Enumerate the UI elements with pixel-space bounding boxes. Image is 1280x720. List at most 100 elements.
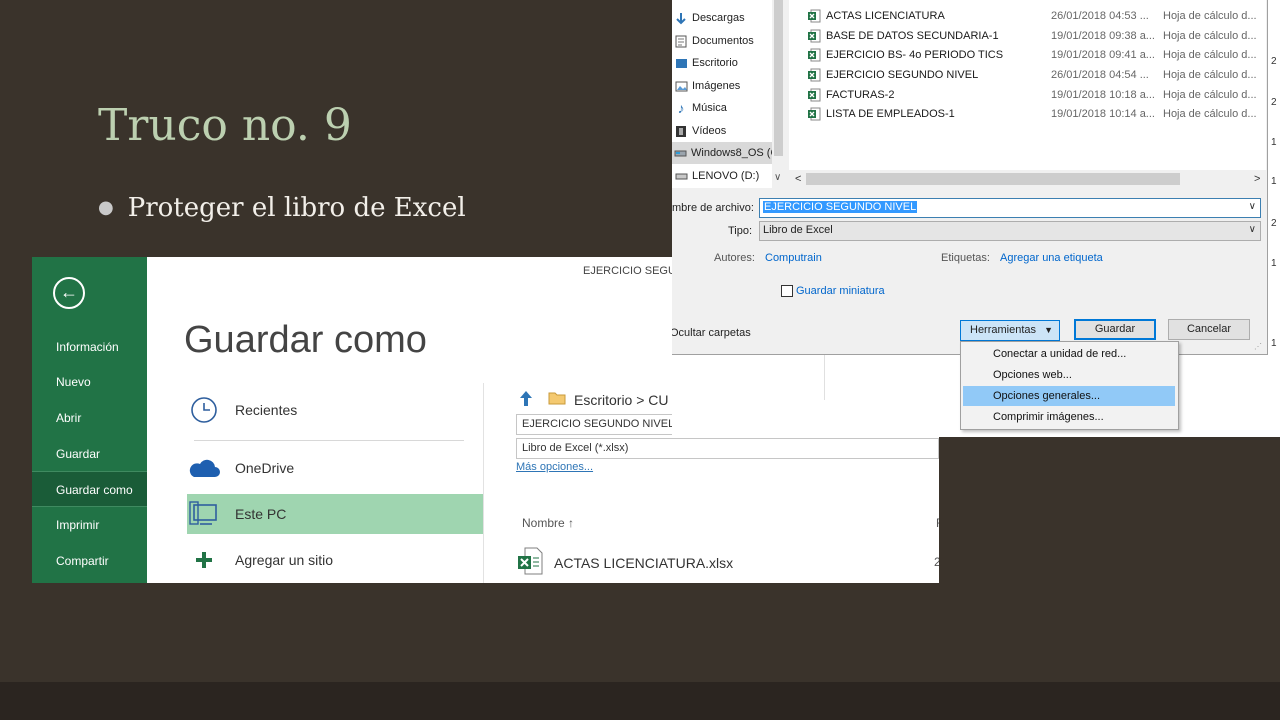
- filename-label: mbre de archivo:: [672, 202, 754, 214]
- scrollbar-thumb[interactable]: [774, 0, 783, 156]
- up-arrow-icon[interactable]: [518, 389, 534, 410]
- nav-descargas[interactable]: Descargas: [672, 7, 772, 29]
- chevron-down-icon[interactable]: ∨: [774, 172, 781, 183]
- edge-fragment: 2: [1271, 97, 1277, 108]
- filename-input[interactable]: EJERCICIO SEGUNDO NIVEL: [516, 414, 676, 435]
- nav-videos[interactable]: Vídeos: [672, 120, 772, 142]
- nav-windows8-os[interactable]: Windows8_OS (C: [672, 142, 772, 164]
- chevron-left-icon[interactable]: <: [795, 173, 801, 185]
- resize-grip-icon[interactable]: ⋰: [1254, 342, 1262, 351]
- filetype-select[interactable]: Libro de Excel ∨: [759, 221, 1261, 241]
- nav-compartir[interactable]: Compartir: [32, 543, 147, 579]
- divider: [483, 383, 484, 583]
- film-icon: [674, 125, 688, 138]
- page-heading: Guardar como: [184, 319, 427, 361]
- caret-down-icon: ▼: [1044, 325, 1053, 335]
- location-label: Este PC: [235, 506, 287, 522]
- menu-item-map-network-drive[interactable]: Conectar a unidad de red...: [963, 344, 1175, 364]
- menu-item-compress-pictures[interactable]: Comprimir imágenes...: [963, 407, 1175, 427]
- file-type: Hoja de cálculo d...: [1163, 49, 1257, 61]
- documents-icon: [674, 35, 688, 48]
- cancel-button[interactable]: Cancelar: [1168, 319, 1250, 340]
- nav-guardar[interactable]: Guardar: [32, 436, 147, 472]
- nav-documentos[interactable]: Documentos: [672, 30, 772, 52]
- file-name: EJERCICIO BS- 4o PERIODO TICS: [826, 49, 1004, 61]
- add-tag-link[interactable]: Agregar una etiqueta: [1000, 252, 1103, 264]
- filetype-value: Libro de Excel: [763, 224, 833, 236]
- authors-value[interactable]: Computrain: [765, 252, 822, 264]
- hide-folders-label: Ocultar carpetas: [672, 327, 751, 339]
- breadcrumb[interactable]: Escritorio > CU: [518, 389, 669, 410]
- nav-lenovo-d[interactable]: LENOVO (D:): [672, 165, 772, 187]
- sort-up-icon: ↑: [568, 516, 575, 530]
- nav-label: Windows8_OS (C: [691, 147, 772, 159]
- nav-musica[interactable]: ♪ Música: [672, 97, 772, 119]
- file-row[interactable]: EJERCICIO SEGUNDO NIVEL 26/01/2018 04:54…: [789, 66, 1266, 85]
- edge-fragment: 2: [1271, 218, 1277, 229]
- file-row[interactable]: ACTAS LICENCIATURA.xlsx: [517, 547, 733, 578]
- location-este-pc[interactable]: Este PC: [187, 494, 483, 534]
- more-options-link[interactable]: Más opciones...: [516, 461, 593, 473]
- edge-fragment: 1: [1271, 176, 1277, 187]
- backstage-sidebar: ← Información Nuevo Abrir Guardar Guarda…: [32, 257, 147, 583]
- nav-escritorio[interactable]: Escritorio: [672, 52, 772, 74]
- filename-value: EJERCICIO SEGUNDO NIVEL: [763, 201, 918, 213]
- file-row[interactable]: EJERCICIO BS- 4o PERIODO TICS 19/01/2018…: [789, 46, 1266, 65]
- pictures-icon: [674, 81, 688, 92]
- column-header-fragment: F: [936, 516, 939, 530]
- location-agregar-sitio[interactable]: Agregar un sitio: [187, 540, 333, 580]
- file-date: 19/01/2018 10:18 a...: [1051, 89, 1155, 101]
- edge-fragment: 1: [1271, 137, 1277, 148]
- chevron-down-icon[interactable]: ∨: [1249, 201, 1256, 212]
- divider: [194, 440, 464, 441]
- file-row[interactable]: BASE DE DATOS SECUNDARIA-1 19/01/2018 09…: [789, 27, 1266, 46]
- save-as-dialog-screenshot: Descargas Documentos Escritorio Imágenes…: [672, 0, 1280, 437]
- nav-guardar-como[interactable]: Guardar como: [32, 471, 147, 507]
- location-recientes[interactable]: Recientes: [187, 390, 297, 430]
- location-onedrive[interactable]: OneDrive: [187, 448, 294, 488]
- excel-file-icon: [807, 68, 821, 85]
- checkbox-box[interactable]: [781, 285, 793, 297]
- excel-file-icon: [807, 88, 821, 105]
- background-window-edge: 2 2 1 1 2 1 1: [1268, 0, 1280, 437]
- slide-bullet: ● Proteger el libro de Excel: [98, 193, 466, 223]
- file-list-hscrollbar[interactable]: < >: [789, 170, 1266, 188]
- menu-item-web-options[interactable]: Opciones web...: [963, 365, 1175, 385]
- save-button[interactable]: Guardar: [1074, 319, 1156, 340]
- file-name: BASE DE DATOS SECUNDARIA-1: [826, 30, 999, 42]
- menu-item-general-options[interactable]: Opciones generales...: [963, 386, 1175, 406]
- save-thumbnail-checkbox[interactable]: Guardar miniatura: [781, 285, 885, 297]
- music-note-icon: ♪: [677, 100, 685, 116]
- tools-dropdown-menu: Conectar a unidad de red... Opciones web…: [960, 341, 1179, 430]
- column-header-name[interactable]: Nombre ↑: [522, 516, 574, 530]
- file-date: 19/01/2018 09:41 a...: [1051, 49, 1155, 61]
- slide-title: Truco no. 9: [98, 100, 352, 151]
- nav-label: Documentos: [692, 35, 754, 47]
- filetype-select[interactable]: Libro de Excel (*.xlsx): [516, 438, 939, 459]
- filename-input[interactable]: EJERCICIO SEGUNDO NIVEL ∨: [759, 198, 1261, 218]
- nav-imagenes[interactable]: Imágenes: [672, 75, 772, 97]
- file-row[interactable]: LISTA DE EMPLEADOS-1 19/01/2018 10:14 a.…: [789, 105, 1266, 124]
- location-label: Recientes: [235, 402, 298, 418]
- nav-informacion[interactable]: Información: [32, 329, 147, 365]
- nav-scrollbar[interactable]: ∨: [772, 0, 785, 188]
- scrollbar-thumb[interactable]: [806, 173, 1180, 185]
- file-row[interactable]: FACTURAS-2 19/01/2018 10:18 a... Hoja de…: [789, 86, 1266, 105]
- edge-fragment: 2: [1271, 56, 1277, 67]
- hide-folders-toggle[interactable]: Ocultar carpetas: [672, 327, 751, 339]
- drive-icon: [674, 172, 688, 181]
- location-label: OneDrive: [235, 460, 295, 476]
- edge-fragment: 1: [1271, 338, 1277, 349]
- drive-icon: [674, 149, 687, 158]
- nav-nuevo[interactable]: Nuevo: [32, 364, 147, 400]
- back-arrow-icon[interactable]: ←: [53, 277, 85, 309]
- nav-imprimir[interactable]: Imprimir: [32, 507, 147, 543]
- tools-button[interactable]: Herramientas ▼: [960, 320, 1060, 341]
- nav-label: Vídeos: [692, 125, 727, 137]
- file-date: 19/01/2018 09:38 a...: [1051, 30, 1155, 42]
- file-row[interactable]: ACTAS LICENCIATURA 26/01/2018 04:53 ... …: [789, 7, 1266, 26]
- tools-label: Herramientas: [970, 324, 1037, 336]
- nav-abrir[interactable]: Abrir: [32, 400, 147, 436]
- chevron-down-icon[interactable]: ∨: [1249, 224, 1256, 235]
- chevron-right-icon[interactable]: >: [1254, 173, 1260, 185]
